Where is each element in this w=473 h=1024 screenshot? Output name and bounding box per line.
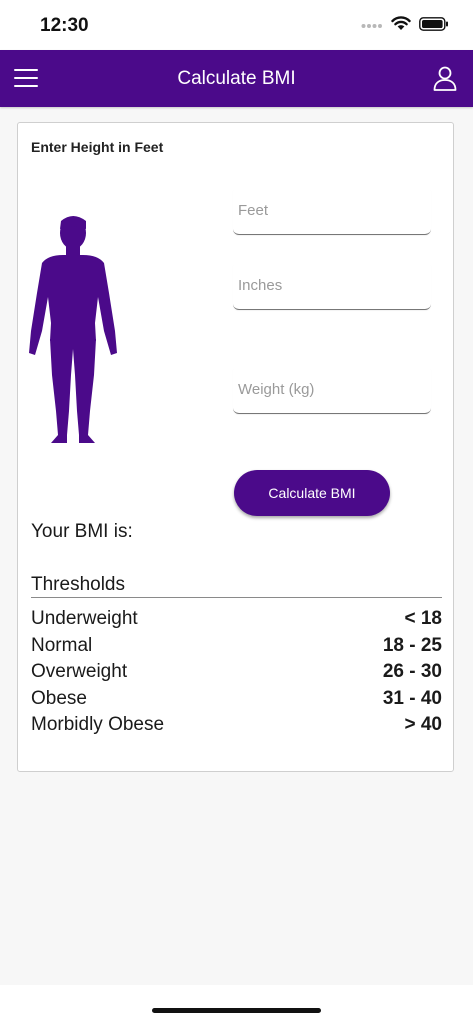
threshold-range: < 18 bbox=[404, 608, 442, 630]
human-body-icon bbox=[28, 215, 118, 447]
status-time: 12:30 bbox=[40, 15, 89, 36]
threshold-row: Morbidly Obese > 40 bbox=[31, 712, 442, 739]
status-icons bbox=[361, 16, 449, 36]
threshold-category: Morbidly Obese bbox=[31, 714, 165, 736]
threshold-list: Underweight < 18 Normal 18 - 25 Overweig… bbox=[31, 606, 442, 739]
threshold-range: 31 - 40 bbox=[382, 687, 442, 709]
user-icon[interactable] bbox=[431, 64, 459, 92]
home-indicator[interactable] bbox=[152, 1008, 321, 1013]
bottom-safe-area bbox=[0, 985, 473, 1024]
threshold-row: Obese 31 - 40 bbox=[31, 686, 442, 713]
threshold-row: Overweight 26 - 30 bbox=[31, 659, 442, 686]
battery-icon bbox=[419, 16, 449, 36]
threshold-category: Obese bbox=[31, 687, 87, 709]
nav-bar: Calculate BMI bbox=[0, 50, 473, 107]
threshold-row: Underweight < 18 bbox=[31, 606, 442, 633]
inches-field[interactable] bbox=[233, 261, 431, 310]
weight-field[interactable] bbox=[233, 365, 431, 414]
wifi-icon bbox=[391, 16, 411, 36]
feet-field[interactable] bbox=[233, 186, 431, 235]
thresholds-title: Thresholds bbox=[31, 574, 125, 595]
threshold-row: Normal 18 - 25 bbox=[31, 633, 442, 660]
bmi-result-label: Your BMI is: bbox=[31, 521, 133, 542]
page-title: Calculate BMI bbox=[177, 68, 296, 89]
inches-input[interactable] bbox=[233, 261, 431, 309]
height-heading: Enter Height in Feet bbox=[31, 139, 164, 155]
threshold-category: Overweight bbox=[31, 661, 128, 683]
threshold-category: Underweight bbox=[31, 608, 138, 630]
threshold-range: > 40 bbox=[404, 714, 442, 736]
bmi-card: Enter Height in Feet Calculate BMI Your … bbox=[17, 122, 454, 772]
weight-input[interactable] bbox=[233, 365, 431, 413]
threshold-range: 18 - 25 bbox=[382, 634, 442, 656]
thresholds-divider bbox=[31, 597, 442, 598]
status-bar: 12:30 bbox=[0, 0, 473, 50]
feet-input[interactable] bbox=[233, 186, 431, 234]
threshold-category: Normal bbox=[31, 634, 93, 656]
threshold-range: 26 - 30 bbox=[382, 661, 442, 683]
cellular-signal-icon bbox=[361, 17, 383, 35]
calculate-bmi-button[interactable]: Calculate BMI bbox=[234, 470, 390, 516]
